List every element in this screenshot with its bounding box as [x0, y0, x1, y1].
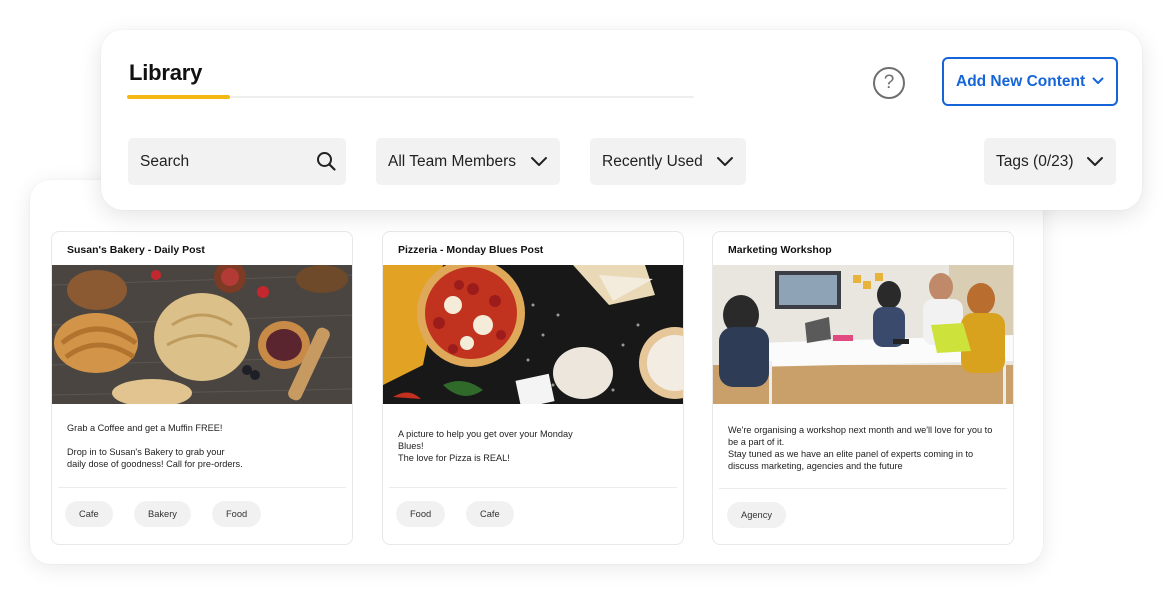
chevron-down-icon	[717, 157, 733, 166]
search-placeholder: Search	[140, 152, 190, 170]
search-input[interactable]: Search	[128, 138, 346, 185]
card-title: Marketing Workshop	[728, 244, 832, 256]
card-text-spacer	[67, 434, 347, 446]
card-text-line: be a part of it.	[728, 437, 785, 447]
chevron-down-icon	[1092, 77, 1104, 84]
card-text-line: Drop in to Susan's Bakery to grab your	[67, 447, 225, 457]
card-description: We're organising a workshop next month a…	[728, 424, 1008, 472]
team-members-label: All Team Members	[388, 152, 517, 170]
tag-chip[interactable]: Cafe	[65, 501, 113, 527]
card-title: Pizzeria - Monday Blues Post	[398, 244, 544, 256]
card-text-line: daily dose of goodness! Call for pre-ord…	[67, 459, 243, 469]
library-screen: Susan's Bakery - Daily Post Grab a Coffe…	[0, 0, 1172, 594]
bakery-photo	[52, 265, 352, 404]
chevron-down-icon	[531, 157, 547, 166]
team-members-dropdown[interactable]: All Team Members	[376, 138, 560, 185]
tag-chip[interactable]: Cafe	[466, 501, 514, 527]
tag-chip[interactable]: Bakery	[134, 501, 191, 527]
chevron-down-icon	[1087, 157, 1103, 166]
card-text-line: The love for Pizza is REAL!	[398, 453, 510, 463]
add-new-content-button[interactable]: Add New Content	[942, 57, 1118, 106]
card-description: Grab a Coffee and get a Muffin FREE! Dro…	[67, 422, 347, 470]
question-mark-icon: ?	[883, 72, 895, 93]
library-header-panel: Library ? Add New Content Search All Tea…	[101, 30, 1142, 210]
add-new-content-label: Add New Content	[956, 72, 1086, 90]
tag-chip[interactable]: Food	[212, 501, 262, 527]
card-divider	[58, 487, 346, 488]
card-text-line: Blues!	[398, 441, 424, 451]
card-text-line: We're organising a workshop next month a…	[728, 425, 993, 435]
card-text-line: Stay tuned as we have an elite panel of …	[728, 449, 974, 459]
sort-label: Recently Used	[602, 152, 703, 170]
tag-chip[interactable]: Food	[396, 501, 446, 527]
card-description: A picture to help you get over your Mond…	[398, 428, 678, 464]
content-card[interactable]: Pizzeria - Monday Blues Post A picture t…	[382, 231, 684, 545]
help-button[interactable]: ?	[873, 67, 905, 99]
card-divider	[719, 488, 1007, 489]
card-text-line: A picture to help you get over your Mond…	[398, 429, 573, 439]
active-tab-indicator	[127, 95, 230, 99]
card-divider	[389, 487, 677, 488]
content-card[interactable]: Marketing Workshop We're organising a wo…	[712, 231, 1014, 545]
card-text-line: discuss marketing, agencies and the futu…	[728, 461, 903, 471]
card-title: Susan's Bakery - Daily Post	[67, 244, 205, 256]
card-text-line: Grab a Coffee and get a Muffin FREE!	[67, 423, 223, 433]
tag-chip[interactable]: Agency	[727, 502, 787, 528]
search-icon	[317, 152, 336, 171]
sort-dropdown[interactable]: Recently Used	[590, 138, 746, 185]
page-title: Library	[129, 60, 203, 85]
content-card[interactable]: Susan's Bakery - Daily Post Grab a Coffe…	[51, 231, 353, 545]
tags-dropdown[interactable]: Tags (0/23)	[984, 138, 1116, 185]
workshop-photo	[713, 265, 1013, 404]
tags-label: Tags (0/23)	[996, 152, 1074, 170]
pizza-photo	[383, 265, 683, 404]
